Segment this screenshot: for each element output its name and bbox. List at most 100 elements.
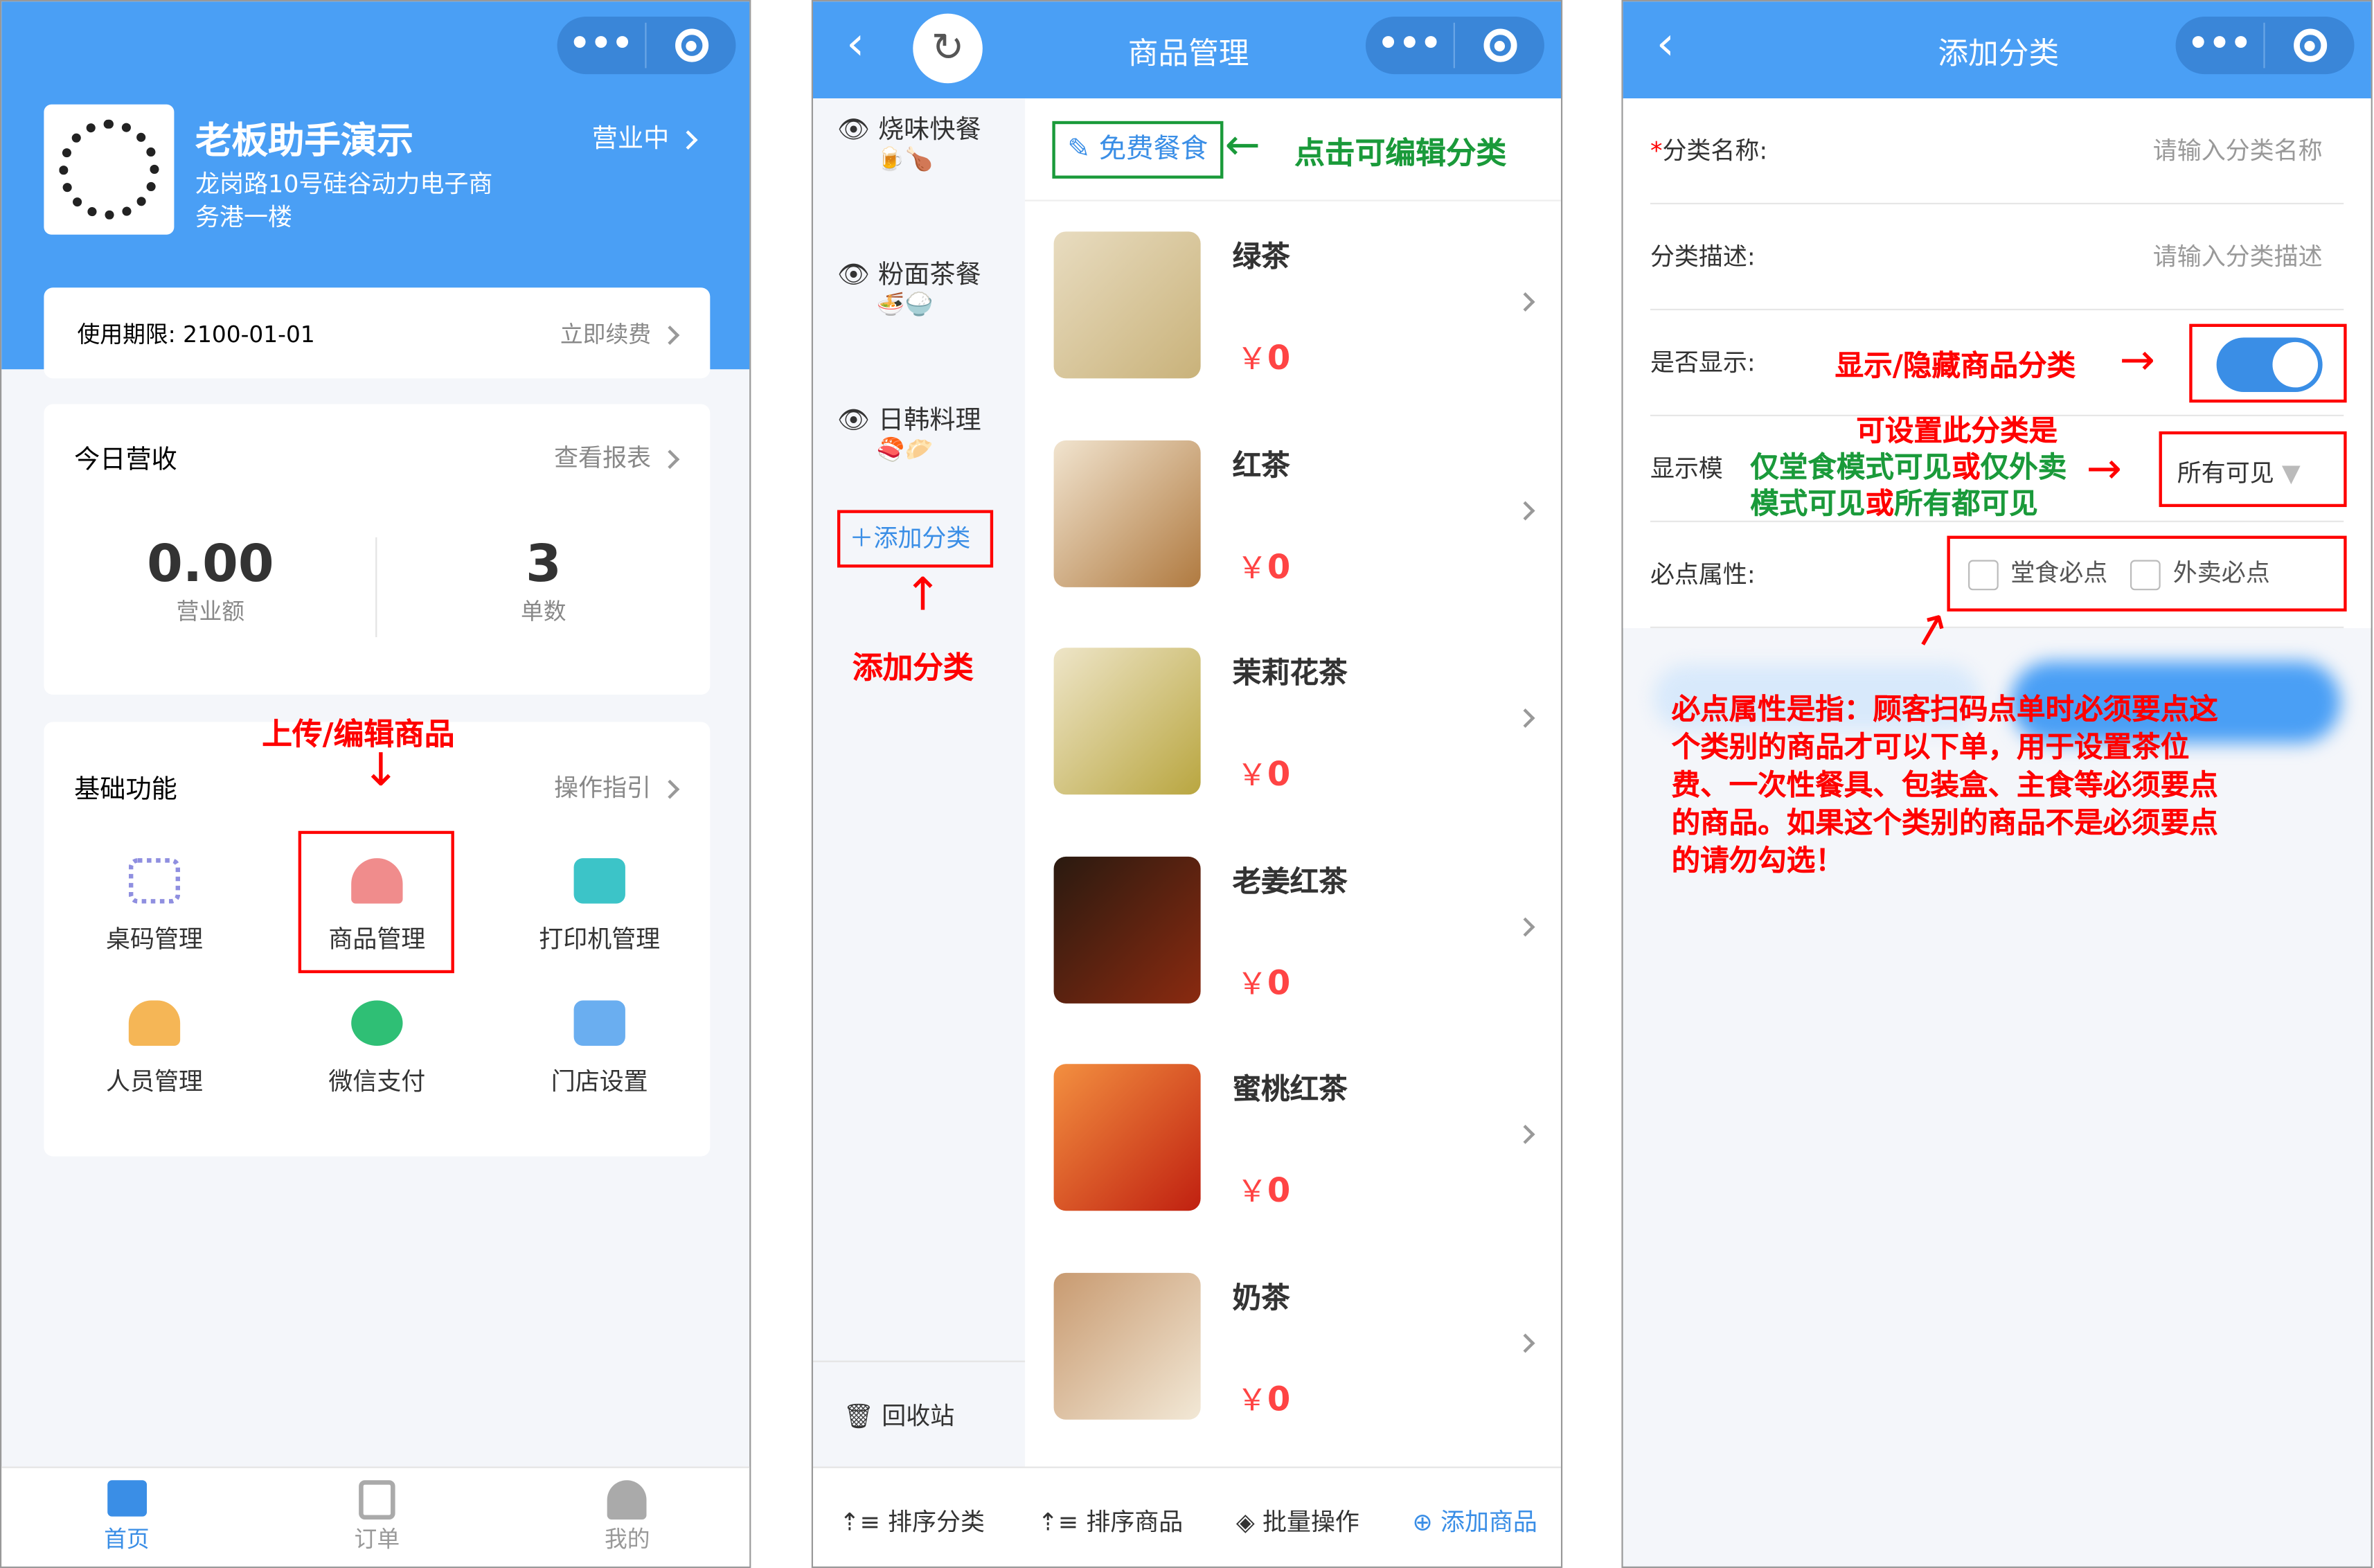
trash-icon: 🗑 [843,1401,875,1431]
view-report-link[interactable]: 查看报表 [554,438,680,474]
printer-icon [573,858,625,904]
store-icon [107,1480,147,1517]
annotation-required: 必点属性是指：顾客扫码点单时必须要点这个类别的商品才可以下单，用于设置茶位费、一… [1671,693,2218,878]
recycle-bin[interactable]: 🗑 回收站 [812,1360,1026,1432]
highlight-goods [298,830,454,974]
category-item[interactable]: 👁 粉面茶餐 🍜🍚 [813,253,1025,318]
store-address: 龙岗路10号硅谷动力电子商 务港一楼 [195,169,493,232]
more-icon[interactable]: ••• [1366,22,1455,69]
revenue-value: 0.00 [147,534,274,595]
batch-operation-button[interactable]: ◈ 批量操作 [1236,1501,1359,1537]
store-icon [573,1000,625,1046]
plus-circle-icon: ⊕ [1412,1506,1433,1535]
revenue-label: 营业额 [176,598,245,625]
wechat-pay-icon [351,1000,403,1046]
business-status[interactable]: 营业中 [591,116,698,154]
orders-value: 3 [525,534,562,595]
display-mode-select[interactable]: 所有可见 ▼ [2177,452,2301,488]
today-revenue-card: 今日营收 查看报表 0.00 营业额 3 单数 [44,404,711,695]
edit-category-button[interactable]: ✎ 免费餐食 [1052,121,1224,179]
product-image [1053,855,1201,1003]
product-item[interactable]: 绿茶 ￥0 [1025,202,1561,409]
tab-mine[interactable]: 我的 [502,1468,749,1567]
chevron-right-icon [1515,1333,1535,1353]
category-item[interactable]: 👁 日韩料理 🍣🥟 [813,398,1025,463]
dine-in-checkbox[interactable]: 堂食必点 [1968,558,2107,590]
product-price: ￥0 [1237,340,1291,379]
tab-home[interactable]: 首页 [1,1468,251,1567]
orders-label: 单数 [521,598,566,625]
guide-link[interactable]: 操作指引 [554,767,680,803]
basic-title: 基础功能 [74,774,177,805]
category-name-input[interactable]: 请输入分类名称 [2153,98,2323,204]
arrow-up-icon: ↑ [904,569,943,623]
feature-wechat-pay[interactable]: 微信支付 [271,1000,483,1097]
goods-management-screen: ‹ ↻ 商品管理 ••• 👁 烧味快餐 🍺🍗 👁 粉面茶餐 🍜🍚 👁 日韩料理 🍣🥟 … [811,0,1563,1568]
annotation-edit-category: 点击可编辑分类 [1294,134,1507,171]
home-screen: ••• 老板助手演示 营业中 龙岗路10号硅谷动力电子商 务港一楼 使用期限: 2… [0,0,751,1568]
chevron-right-icon [678,130,698,149]
bottom-toolbar: ⇡≡ 排序分类 ⇡≡ 排序商品 ◈ 批量操作 ⊕ 添加商品 [812,1466,1561,1567]
product-price: ￥0 [1237,965,1291,1003]
chevron-right-icon [1515,916,1535,936]
product-item[interactable]: 蜜桃红茶 ￥0 [1025,1034,1561,1241]
show-toggle[interactable] [2216,337,2323,392]
edit-icon: ✎ [1067,133,1091,166]
close-target-icon[interactable] [647,28,736,62]
mini-program-capsule: ••• [2175,17,2355,75]
eye-icon: 👁 [837,115,871,145]
chevron-right-icon [1515,709,1535,728]
more-icon[interactable]: ••• [2176,22,2265,69]
category-desc-input[interactable]: 请输入分类描述 [2153,204,2323,310]
mini-program-capsule: ••• [1365,17,1544,75]
store-name: 老板助手演示 [195,119,413,162]
product-image [1053,648,1201,795]
annotation-add-category: 添加分类 [852,649,974,686]
user-icon [607,1480,648,1520]
feature-printer[interactable]: 打印机管理 [494,858,706,955]
add-category-screen: ‹ 添加分类 ••• *分类名称: 请输入分类名称 分类描述: 请输入分类描述 是否… [1621,0,2373,1568]
takeout-checkbox[interactable]: 外卖必点 [2130,558,2270,590]
product-price: ￥0 [1237,549,1291,587]
category-item[interactable]: 👁 烧味快餐 🍺🍗 [813,107,1025,172]
category-name-row: *分类名称: 请输入分类名称 [1650,98,2344,205]
order-list-icon [359,1480,395,1520]
add-product-button[interactable]: ⊕ 添加商品 [1413,1501,1537,1537]
product-price: ￥0 [1237,756,1291,795]
product-item[interactable]: 茉莉花茶 ￥0 [1025,618,1561,825]
mode-note-fragment: 或 [1865,487,1895,521]
close-target-icon[interactable] [1455,28,1544,62]
status-text: 营业中 [591,124,670,154]
feature-store-settings[interactable]: 门店设置 [494,1000,706,1097]
mode-note-fragment: 可设置此分类是 [1856,414,2058,448]
more-icon[interactable]: ••• [557,22,647,69]
sort-categories-button[interactable]: ⇡≡ 排序分类 [839,1501,985,1537]
arrow-down-icon: ↓ [362,745,400,798]
feature-table-qr[interactable]: 桌码管理 [48,858,260,955]
people-icon [128,1000,181,1046]
renew-link[interactable]: 立即续费 [560,317,680,349]
product-name: 老姜红茶 [1232,864,1348,898]
layers-icon: ◈ [1235,1506,1255,1535]
triangle-down-icon: ▼ [2281,458,2301,488]
eye-icon: 👁 [837,405,871,436]
chevron-right-icon [1515,292,1535,312]
tab-orders[interactable]: 订单 [252,1468,502,1567]
arrow-left-icon: ← [1224,119,1260,170]
product-item[interactable]: 红茶 ￥0 [1025,409,1561,616]
mode-note-fragment: 所有都可见 [1894,487,2038,521]
add-category-button[interactable]: ＋添加分类 [837,510,994,568]
product-item[interactable]: 老姜红茶 ￥0 [1025,826,1561,1033]
expiry-card: 使用期限: 2100-01-01 立即续费 [44,287,711,379]
feature-staff[interactable]: 人员管理 [48,1000,260,1097]
product-image [1053,439,1201,587]
product-item[interactable]: 奶茶 ￥0 [1025,1242,1561,1449]
close-target-icon[interactable] [2265,28,2355,62]
annotation-display-mode: 可设置此分类是仅堂食模式可见或仅外卖模式可见或所有都可见 [1750,413,2083,522]
product-name: 蜜桃红茶 [1232,1073,1348,1107]
mini-program-capsule: ••• [557,17,736,75]
sort-products-button[interactable]: ⇡≡ 排序商品 [1038,1501,1184,1537]
annotation-upload-goods: 上传/编辑商品 [262,715,455,753]
product-image [1053,231,1201,379]
mode-note-fragment: 或 [1952,451,1981,485]
